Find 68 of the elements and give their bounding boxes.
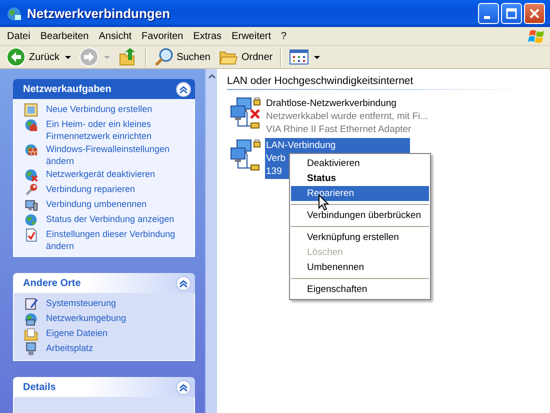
menu-item[interactable]: Favoriten [136, 30, 188, 42]
menu-item[interactable]: Ansicht [94, 30, 137, 42]
control-panel-icon [24, 297, 38, 311]
menu-item[interactable]: Extras [188, 30, 227, 42]
task-link[interactable]: Windows-Firewalleinstellungen ändern [46, 143, 188, 167]
connection-name[interactable]: Drahtlose-Netzwerkverbindung [265, 97, 398, 110]
views-grid-icon [288, 48, 309, 66]
back-button[interactable]: Zurück [3, 46, 74, 68]
panel-title: Netzwerkaufgaben [23, 84, 112, 94]
task-link[interactable]: Systemsteuerung [46, 297, 116, 309]
minimize-icon [484, 16, 490, 18]
context-menu-item[interactable]: Verbindungen überbrücken [291, 208, 430, 223]
search-icon [154, 47, 174, 67]
task-link[interactable]: Verbindung umbenennen [46, 198, 147, 210]
task-link[interactable]: Verbindung reparieren [46, 183, 136, 195]
chevron-icon [179, 278, 188, 288]
close-button[interactable] [524, 3, 545, 24]
connection-detail: Verb [265, 152, 287, 165]
task-link[interactable]: Eigene Dateien [46, 327, 108, 339]
task-link[interactable]: Ein Heim- oder ein kleines Firmennetzwerk einrichten [46, 118, 188, 142]
task-link[interactable]: Einstellungen dieser Verbindung ändern [46, 228, 188, 252]
collapse-chevron-button[interactable] [176, 276, 191, 290]
chevron-icon [179, 84, 188, 94]
connection-detail: Netzwerkkabel wurde entfernt, mit Fi... [265, 110, 430, 123]
task-link[interactable]: Netzwerkgerät deaktivieren [46, 168, 156, 180]
task-link[interactable]: Neue Verbindung erstellen [46, 103, 152, 115]
chevron-icon [179, 382, 188, 392]
menu-item[interactable]: Bearbeiten [35, 30, 94, 42]
connection-name[interactable]: LAN-Verbindung [265, 139, 337, 152]
maximize-button[interactable] [501, 3, 522, 24]
brick-wall-icon [24, 143, 38, 157]
context-menu-item[interactable]: Reparieren [291, 186, 430, 201]
maximize-icon [506, 8, 517, 19]
computer-icon [24, 342, 38, 356]
context-menu-item[interactable]: Verknüpfung erstellen [291, 230, 430, 245]
task-link[interactable]: Netzwerkumgebung [46, 312, 126, 324]
scrollbar[interactable] [205, 69, 217, 413]
context-menu-item[interactable]: Deaktivieren [291, 156, 430, 171]
group-heading: LAN oder Hochgeschwindigkeitsinternet [227, 75, 414, 89]
monitor-icon [24, 198, 38, 212]
menu-item[interactable]: Datei [2, 30, 36, 42]
context-menu-item[interactable]: Eigenschaften [291, 282, 430, 297]
globe-icon [24, 213, 38, 227]
panel-title: Andere Orte [23, 278, 81, 288]
panel-title: Details [23, 382, 56, 392]
house-globe-icon [24, 118, 38, 132]
network-globe-icon [24, 312, 38, 326]
minimize-button[interactable] [478, 3, 499, 24]
collapse-chevron-button[interactable] [176, 380, 191, 394]
folder-icon [24, 327, 38, 341]
network-globe-icon [6, 6, 22, 22]
window-title: Netzwerkverbindungen [27, 6, 172, 21]
close-icon [529, 8, 540, 19]
checked-document-icon [24, 228, 38, 242]
menu-item[interactable]: ? [276, 30, 292, 42]
globe-x-icon [24, 168, 38, 182]
folders-button[interactable]: Ordner [215, 46, 276, 68]
task-link[interactable]: Status der Verbindung anzeigen [46, 213, 174, 225]
menu-item[interactable]: Erweitert [226, 30, 276, 42]
collapse-chevron-button[interactable] [176, 82, 191, 96]
task-link[interactable]: Arbeitsplatz [46, 342, 94, 354]
windows-flag-icon [528, 28, 546, 44]
connection-detail: 139 [265, 165, 283, 178]
connection-detail: VIA Rhine II Fast Ethernet Adapter [265, 123, 412, 136]
window-icon [24, 103, 38, 117]
search-button[interactable]: Suchen [150, 46, 214, 68]
context-menu-item[interactable]: Status [291, 171, 430, 186]
context-menu-item[interactable]: Umbenennen [291, 260, 430, 275]
